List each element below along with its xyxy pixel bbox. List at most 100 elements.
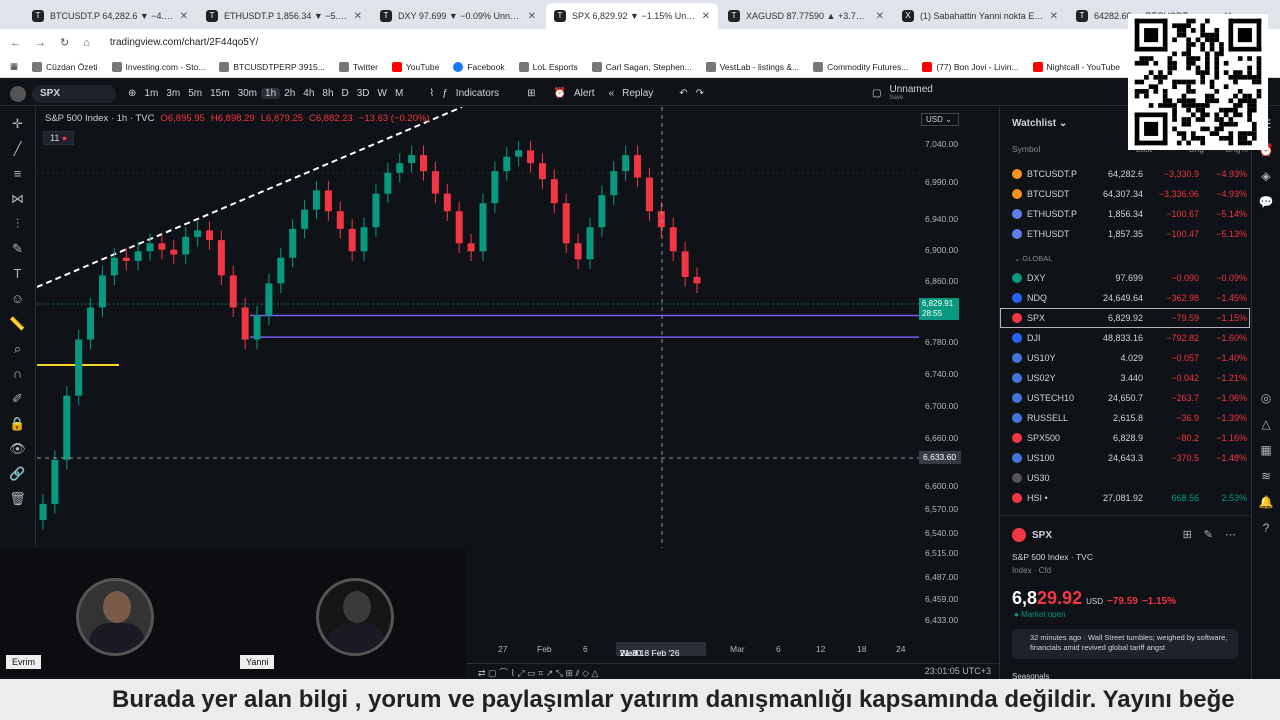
tab-close-icon[interactable]: ✕ [528, 11, 536, 22]
candlestick-plot[interactable] [37, 107, 919, 548]
lock-drawing-icon[interactable]: ✐ [12, 390, 23, 408]
grid-icon[interactable]: ⊞ [1183, 528, 1192, 541]
reload-icon[interactable]: ↻ [60, 36, 69, 49]
redo-icon[interactable]: ↷ [692, 88, 708, 99]
apps-icon[interactable]: ▦ [10, 61, 18, 72]
watchlist-row[interactable]: HSI • 27,081.92 668.56 2.53% [1000, 488, 1250, 508]
replay-button[interactable]: Replay [618, 88, 657, 99]
trash-icon[interactable]: 🗑 [9, 490, 26, 508]
bookmark-item[interactable]: Investing.com - Sto... [111, 61, 205, 72]
interval-5m[interactable]: 5m [184, 88, 206, 99]
browser-tab[interactable]: T ETHUSDT.P 1,856.34 ▼ −5.14% ✕ [198, 3, 370, 29]
watchlist-row[interactable]: ETHUSDT.P 1,856.34 −100.67 −5.14% [1000, 204, 1250, 224]
edit-icon[interactable]: ✎ [1204, 528, 1213, 541]
interval-1h[interactable]: 1h [261, 88, 281, 99]
interval-w[interactable]: W [374, 88, 391, 99]
watchlist-title[interactable]: Watchlist ⌄ [1012, 118, 1067, 129]
watchlist-row[interactable]: US30 [1000, 468, 1250, 488]
watchlist-row[interactable]: USTECH10 24,650.7 −263.7 −1.06% [1000, 388, 1250, 408]
bookmark-item[interactable]: Facebook [453, 61, 505, 72]
bottom-tools-icons[interactable]: ⇄ ▢ ⌒ ⌇ ⤢ ▭ ⌗ ↗ ⤡ ⊞ ⫽ ◇ △ [478, 666, 598, 679]
streams-icon[interactable]: ≋ [1261, 469, 1271, 483]
interval-d[interactable]: D [338, 88, 353, 99]
interval-15m[interactable]: 15m [206, 88, 233, 99]
bookmark-item[interactable]: Nightcall - YouTube [1032, 61, 1120, 72]
forward-icon[interactable]: → [35, 37, 46, 49]
detail-name[interactable]: S&P 500 Index [1012, 552, 1069, 562]
browser-tab[interactable]: X (1) Sabahattin Yanni nokta EteH ✕ [894, 3, 1066, 29]
eye-icon[interactable]: 👁 [9, 440, 26, 458]
tab-close-icon[interactable]: ✕ [702, 11, 710, 22]
tab-close-icon[interactable]: ✕ [1050, 11, 1058, 22]
browser-tab-active[interactable]: T SPX 6,829.92 ▼ −1.15% Unnamed ✕ [546, 3, 718, 29]
interval-m[interactable]: M [391, 88, 407, 99]
bookmark-item[interactable]: YouTube [391, 61, 439, 72]
interval-30m[interactable]: 30m [234, 88, 261, 99]
time-axis[interactable]: 27 Feb 6 Wed 18 Feb '26 21:30 Mar 6 12 1… [466, 640, 919, 658]
more-icon[interactable]: ⋯ [1225, 528, 1236, 541]
interval-4h[interactable]: 4h [299, 88, 318, 99]
interval-3m[interactable]: 3m [162, 88, 184, 99]
watchlist-row[interactable]: DJI 48,833.16 −792.82 −1.60% [1000, 328, 1250, 348]
zoom-icon[interactable]: ⌕ [14, 340, 21, 358]
bookmark-item[interactable]: (77) Bon Jovi - Livin... [922, 61, 1019, 72]
bookmark-item[interactable]: Carl Sagan, Stephen... [591, 61, 692, 72]
watchlist-row[interactable]: US100 24,643.3 −370.5 −1.48% [1000, 448, 1250, 468]
currency-select[interactable]: USD ⌄ [921, 113, 959, 126]
help-icon[interactable]: ? [1263, 521, 1270, 535]
watchlist-row[interactable]: SPX 6,829.92 −79.59 −1.15% [1000, 308, 1250, 328]
replay-icon[interactable]: « [605, 88, 619, 99]
avatar[interactable] [10, 85, 26, 102]
url-input[interactable]: tradingview.com/chart/2F44qo5Y/ [110, 37, 258, 48]
watchlist-row[interactable]: BTCUSDT 64,307.34 −3,336.06 −4.93% [1000, 184, 1250, 204]
alert-button[interactable]: Alert [570, 88, 599, 99]
interval-3d[interactable]: 3D [353, 88, 374, 99]
layouts-icon[interactable]: ⊞ [523, 88, 539, 99]
symbol-search-input[interactable]: SPX [32, 84, 116, 103]
bookmark-item[interactable]: LoL Esports [518, 61, 578, 72]
pattern-icon[interactable]: ⋈ [11, 190, 24, 208]
news-item[interactable]: 32 minutes ago · Wall Street tumbles; we… [1012, 629, 1238, 659]
compare-plus-icon[interactable]: ⊕ [124, 88, 140, 99]
indicators-icon[interactable]: ƒ [438, 88, 452, 99]
browser-tab[interactable]: T BTCUSDT.P 64,282.6 ▼ −4.93% ✕ [24, 3, 196, 29]
home-icon[interactable]: ⌂ [83, 37, 90, 49]
browser-tab[interactable]: T XAGUSD 87.77590 ▲ +3.72% Un ✕ [720, 3, 892, 29]
watchlist-row[interactable]: NDQ 24,649.64 −362.98 −1.45% [1000, 288, 1250, 308]
col-symbol[interactable]: Symbol [1012, 144, 1092, 154]
chart-clock[interactable]: 23:01:05 UTC+3 [925, 666, 991, 676]
price-chart[interactable]: S&P 500 Index · 1h · TVC O6,895.95 H6,89… [37, 107, 919, 548]
watchlist-row[interactable]: DXY 97.699 −0.090 −0.09% [1000, 268, 1250, 288]
fib-icon[interactable]: ≡ [14, 165, 22, 183]
link-icon[interactable]: 🔗 [9, 465, 25, 483]
chat-icon[interactable]: 💬 [1259, 195, 1274, 209]
bookmark-item[interactable]: Cüzdan Özeti [32, 61, 98, 72]
watchlist-row[interactable]: BTCUSDT.P 64,282.6 −3,330.9 −4.93% [1000, 164, 1250, 184]
trendline-icon[interactable]: ╱ [14, 140, 22, 158]
brush-icon[interactable]: ✎ [12, 240, 23, 258]
bookmark-item[interactable]: Commodity Futures... [813, 61, 908, 72]
ruler-icon[interactable]: 📏 [9, 315, 25, 333]
layout-name[interactable]: Unnamed Save [886, 84, 937, 103]
undo-icon[interactable]: ↶ [675, 88, 691, 99]
text-icon[interactable]: T [14, 265, 22, 283]
browser-tab[interactable]: T DXY 97.699 ▼ −0.09% Unnamed ✕ [372, 3, 544, 29]
crosshair-icon[interactable]: ✛ [12, 115, 23, 133]
tab-close-icon[interactable]: ✕ [876, 11, 884, 22]
watchlist-row[interactable]: US02Y 3.440 −0.042 −1.21% [1000, 368, 1250, 388]
price-axis[interactable]: USD ⌄ 7,040.00 6,990.00 6,940.00 6,900.00 6,… [919, 107, 999, 663]
interval-8h[interactable]: 8h [318, 88, 337, 99]
indicators-button[interactable]: Indicators [452, 88, 503, 99]
watchlist-row[interactable]: RUSSELL 2,615.8 −36.9 −1.39% [1000, 408, 1250, 428]
back-icon[interactable]: ← [10, 37, 21, 49]
ideas-icon[interactable]: △ [1261, 417, 1270, 431]
chart-type-icon[interactable]: ⌇ [425, 88, 438, 99]
indicator-count-badge[interactable]: 11 ● [43, 131, 75, 145]
lock-icon[interactable]: 🔒 [9, 415, 25, 433]
watchlist-row[interactable]: ETHUSDT 1,857.35 −100.47 −5.13% [1000, 224, 1250, 244]
target-icon[interactable]: ◎ [1261, 391, 1271, 405]
magnet-icon[interactable]: ∩ [13, 365, 22, 383]
interval-1m[interactable]: 1m [140, 88, 162, 99]
watchlist-row[interactable]: SPX500 6,828.9 −80.2 −1.16% [1000, 428, 1250, 448]
tab-close-icon[interactable]: ✕ [180, 11, 188, 22]
